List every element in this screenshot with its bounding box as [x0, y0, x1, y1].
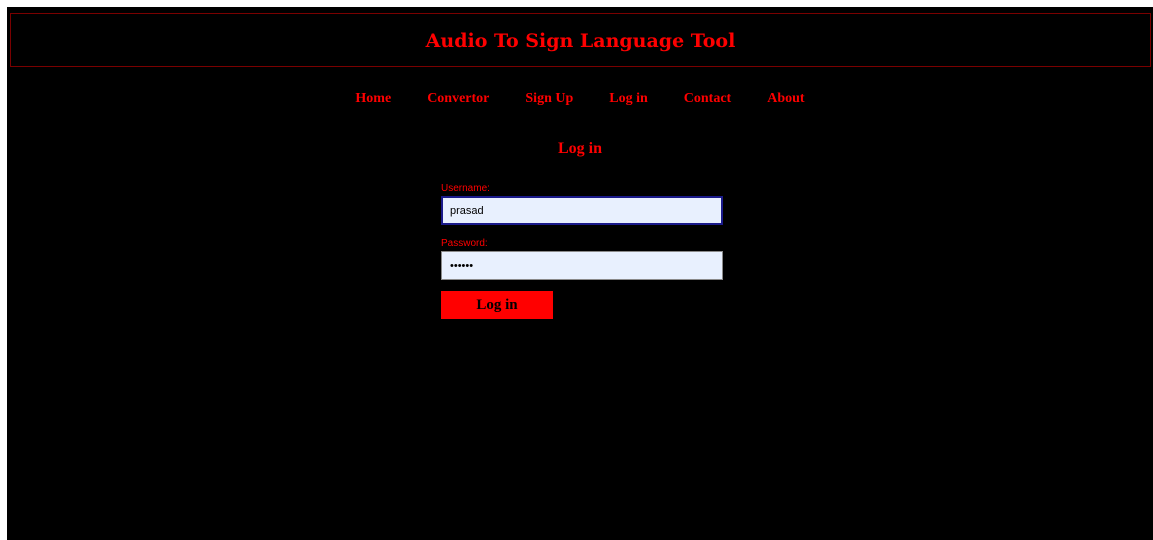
site-title: Audio To Sign Language Tool: [425, 30, 736, 52]
login-heading: Log in: [557, 140, 602, 157]
password-label: Password:: [441, 238, 488, 249]
login-button[interactable]: Log in: [441, 291, 553, 319]
nav-home[interactable]: Home: [355, 91, 391, 107]
password-input[interactable]: [441, 251, 723, 280]
nav-contact[interactable]: Contact: [684, 91, 731, 107]
username-input[interactable]: [441, 196, 723, 225]
username-label: Username:: [441, 183, 490, 194]
nav-sign-up[interactable]: Sign Up: [525, 91, 573, 107]
nav-about[interactable]: About: [767, 91, 804, 107]
main-nav: Home Convertor Sign Up Log in Contact Ab…: [7, 89, 1153, 109]
page: Audio To Sign Language Tool Home Convert…: [7, 7, 1153, 540]
login-form: Username: Password: Log in: [441, 183, 723, 319]
nav-convertor[interactable]: Convertor: [427, 91, 489, 107]
nav-log-in[interactable]: Log in: [609, 91, 648, 107]
site-header: Audio To Sign Language Tool: [10, 13, 1151, 67]
